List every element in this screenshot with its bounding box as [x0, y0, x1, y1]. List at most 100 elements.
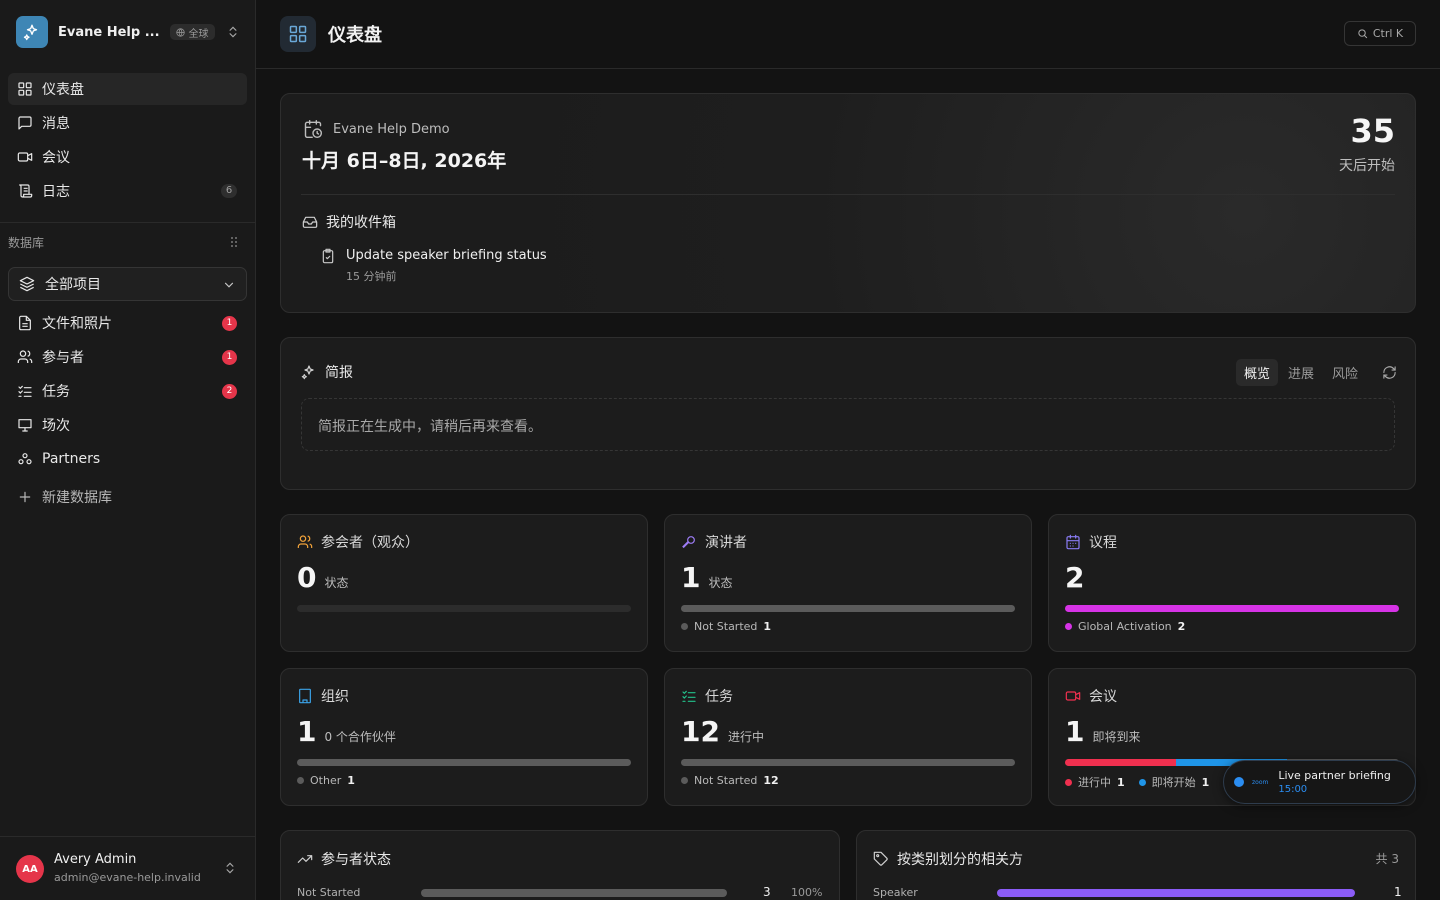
stat-title: 任务: [705, 689, 733, 705]
stat-title-row: 议程: [1065, 532, 1117, 552]
row-percent: 100%: [791, 886, 823, 899]
workspace-name: Evane Help ...: [58, 24, 160, 40]
tab-risks[interactable]: 风险: [1324, 359, 1366, 386]
video-icon: [17, 152, 33, 162]
workspace-switcher[interactable]: Evane Help ... 全球: [8, 12, 248, 52]
nav-item-meetings[interactable]: 会议: [8, 141, 247, 173]
stat-title: 演讲者: [705, 535, 747, 551]
tab-progress[interactable]: 进展: [1280, 359, 1322, 386]
briefing-title: 简报: [325, 365, 353, 381]
nav-item-participants[interactable]: 参与者 1: [8, 341, 247, 373]
stat-title-row: 参会者（观众）: [297, 532, 419, 552]
participant-status-card: 参与者状态 Not Started 3 100%: [280, 830, 840, 900]
briefing-tabs: 概览 进展 风险: [1235, 359, 1397, 386]
toast-meeting-title: Live partner briefing: [1278, 769, 1391, 782]
card-title: 参与者状态: [321, 852, 391, 868]
inbox-item[interactable]: Update speaker briefing status 15 分钟前: [320, 248, 547, 284]
nav-item-label: 会议: [42, 150, 70, 166]
stat-value-row: 12 进行中: [681, 715, 764, 748]
nav-item-tasks[interactable]: 任务 2: [8, 375, 247, 407]
calendar-clock-icon: [304, 119, 323, 139]
stat-subtitle: 即将到来: [1092, 730, 1141, 744]
list-checks-icon: [682, 690, 696, 702]
legend-item: 进行中 1: [1065, 774, 1125, 790]
progress-bar: [297, 605, 631, 612]
briefing-placeholder: 简报正在生成中，请稍后再来查看。: [301, 398, 1395, 451]
stat-subtitle: 0 个合作伙伴: [324, 730, 396, 744]
nav-item-label: 任务: [42, 384, 70, 400]
live-meeting-toast[interactable]: zoom Live partner briefing 15:00: [1223, 760, 1416, 804]
briefing-card: 简报 概览 进展 风险 简报正在生成中，请稍后再来查看。: [280, 337, 1416, 490]
stat-title-row: 任务: [681, 686, 733, 706]
globe-icon: [175, 27, 185, 37]
nav-item-label: 文件和照片: [42, 316, 112, 332]
user-name: Avery Admin: [54, 852, 137, 867]
stat-value: 2: [1065, 561, 1085, 594]
chevron-down-icon: [224, 282, 234, 288]
nav-item-label: 场次: [42, 418, 70, 434]
database-selector-value: 全部项目: [45, 277, 101, 293]
organizations-stat-card[interactable]: 组织 1 0 个合作伙伴 Other 1: [280, 668, 648, 806]
scroll-icon: [19, 184, 33, 198]
stat-legend: Other 1: [297, 774, 355, 787]
video-icon: [1065, 691, 1081, 701]
stat-title: 会议: [1089, 689, 1117, 705]
nav-item-logs[interactable]: 日志 6: [8, 175, 247, 207]
tasks-stat-card[interactable]: 任务 12 进行中 Not Started 12: [664, 668, 1032, 806]
tab-overview[interactable]: 概览: [1235, 359, 1278, 386]
nav-item-label: 参与者: [42, 350, 84, 366]
inbox-item-time: 15 分钟前: [346, 270, 397, 283]
speakers-stat-card[interactable]: 演讲者 1 状态 Not Started 1: [664, 514, 1032, 652]
stat-title: 参会者（观众）: [321, 535, 419, 551]
nav-item-files[interactable]: 文件和照片 1: [8, 307, 247, 339]
row-label: Not Started: [297, 886, 361, 899]
card-title-row: 参与者状态: [297, 849, 391, 869]
stat-legend: Not Started 12: [681, 774, 779, 787]
legend-item: Not Started 12: [681, 774, 779, 787]
stat-subtitle: 状态: [708, 576, 733, 590]
nav-item-sessions[interactable]: 场次: [8, 409, 247, 441]
inbox-title: 我的收件箱: [326, 215, 396, 231]
user-email: admin@evane-help.invalid: [54, 871, 201, 884]
bar-segment-not-started: [681, 605, 1015, 612]
trending-up-icon: [297, 855, 313, 863]
database-selector[interactable]: 全部项目: [8, 267, 247, 301]
briefing-title-row: 简报: [301, 362, 353, 382]
user-menu[interactable]: AA Avery Admin admin@evane-help.invalid: [0, 836, 255, 900]
search-icon: [1358, 29, 1367, 39]
users-icon: [17, 350, 33, 363]
inbox-title-row: 我的收件箱: [302, 212, 396, 232]
search-button[interactable]: Ctrl K: [1344, 21, 1416, 46]
mic-icon: [682, 536, 695, 549]
nav-item-dashboard[interactable]: 仪表盘: [8, 73, 247, 105]
card-title-row: 按类别划分的相关方: [873, 849, 1023, 869]
row-value: 3: [763, 885, 771, 899]
calendar-icon: [1066, 534, 1080, 550]
audience-stat-card[interactable]: 参会者（观众） 0 状态: [280, 514, 648, 652]
clipboard-check-icon: [322, 248, 334, 264]
agenda-stat-card[interactable]: 议程 2 Global Activation 2: [1048, 514, 1416, 652]
nav-item-partners[interactable]: Partners: [8, 443, 247, 475]
message-square-icon: [18, 116, 32, 130]
bar-segment-not-started: [681, 759, 1015, 766]
stat-value-row: 1 0 个合作伙伴: [297, 715, 396, 748]
nav-item-messages[interactable]: 消息: [8, 107, 247, 139]
live-indicator-icon: [1234, 777, 1244, 787]
new-database-button[interactable]: 新建数据库: [8, 481, 247, 513]
refresh-icon[interactable]: [1382, 365, 1397, 380]
plus-icon: [19, 491, 31, 503]
users-icon: [297, 535, 313, 548]
stat-title-row: 会议: [1065, 686, 1117, 706]
countdown-label: 天后开始: [1339, 158, 1395, 174]
row-bar: [997, 889, 1355, 897]
workspace-scope-badge: 全球: [169, 24, 215, 40]
stat-subtitle: 状态: [324, 576, 349, 590]
bar-segment-other: [297, 759, 631, 766]
layout-grid-icon: [18, 82, 32, 96]
drag-handle-icon[interactable]: [230, 236, 238, 248]
stat-value: 1: [297, 715, 317, 748]
stat-legend: 进行中 1 即将开始 1: [1065, 774, 1209, 790]
inbox-item-title: Update speaker briefing status: [346, 248, 547, 263]
legend-item: Other 1: [297, 774, 355, 787]
bar-segment-global-activation: [1065, 605, 1399, 612]
